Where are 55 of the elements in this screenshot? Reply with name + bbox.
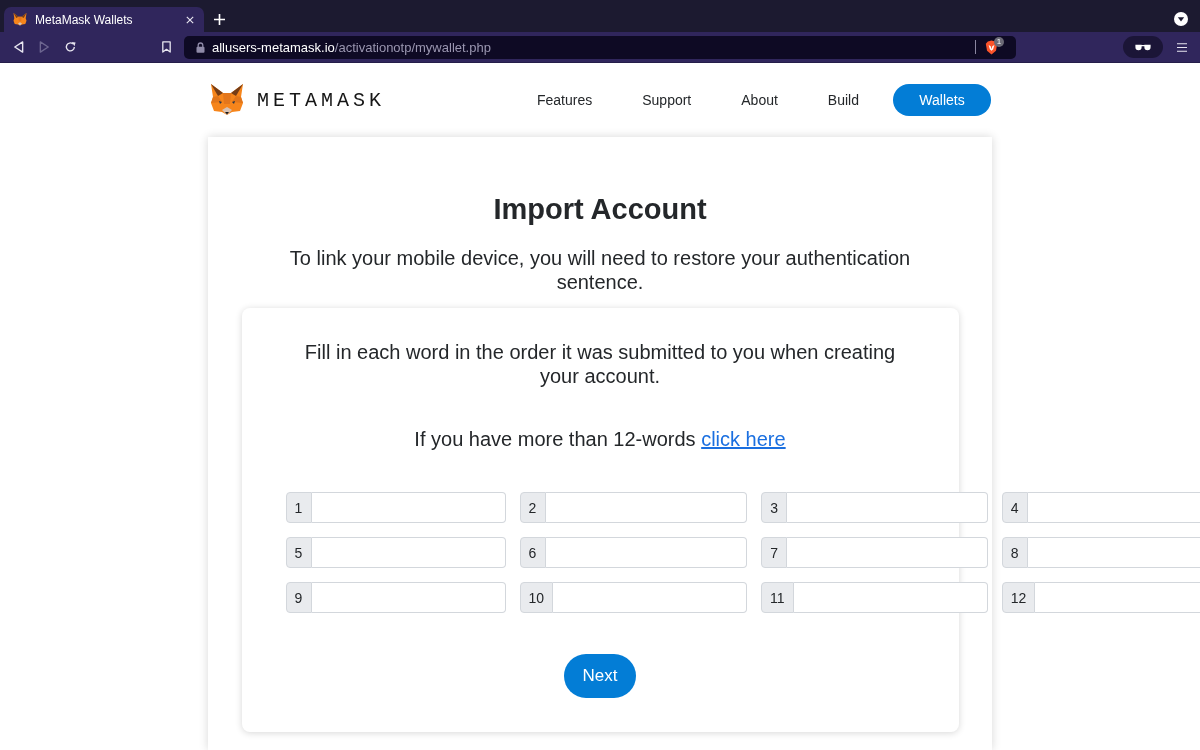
next-button[interactable]: Next [564, 654, 636, 698]
word-number-label: 10 [519, 582, 554, 613]
url-text: allusers-metamask.io/activationotp/mywallet.php [212, 39, 492, 55]
dropdown-icon[interactable] [1174, 12, 1188, 26]
back-icon [12, 41, 24, 53]
word-input-field[interactable] [311, 492, 506, 523]
instructions-text: Fill in each word in the order it was submitted to you when creating your account. [303, 340, 897, 388]
private-mode-button[interactable] [1123, 36, 1163, 58]
word-number-label: 7 [761, 537, 788, 568]
fox-icon [13, 13, 27, 26]
subtitle-text: To link your mobile device, you will need to restore your authentication sentence. [288, 246, 912, 294]
word-input-field[interactable] [553, 582, 748, 613]
word-number-label: 3 [761, 492, 788, 523]
word-number-label: 1 [285, 492, 312, 523]
word-number-label: 9 [285, 582, 312, 613]
plus-icon[interactable] [214, 14, 225, 25]
word-number-label: 6 [519, 537, 546, 568]
click-here-link[interactable]: click here [701, 428, 786, 450]
address-bar[interactable]: allusers-metamask.io/activationotp/mywallet.php 1 [184, 35, 1016, 59]
word-input-field[interactable] [1027, 537, 1200, 568]
menu-icon [1177, 41, 1187, 53]
word-number-label: 5 [285, 537, 312, 568]
tab-title: MetaMask Wallets [35, 12, 134, 27]
shield-icon[interactable] [985, 40, 998, 55]
reload-icon [64, 41, 76, 53]
nav-link[interactable]: Build [827, 92, 859, 108]
nav-link[interactable]: About [741, 92, 778, 108]
word-number-label: 8 [1001, 537, 1028, 568]
bookmark-icon [160, 41, 172, 53]
wallets-button[interactable]: Wallets [893, 84, 991, 116]
word-number-label: 12 [1001, 582, 1036, 613]
word-input-field[interactable] [311, 537, 506, 568]
nav-link[interactable]: Features [536, 92, 593, 108]
word-number-label: 2 [519, 492, 546, 523]
nav-link[interactable]: Support [642, 92, 692, 108]
lock-icon [196, 41, 205, 53]
forward-icon [38, 41, 50, 53]
word-input-field[interactable] [1035, 582, 1200, 613]
sunglasses-icon [1135, 43, 1151, 51]
word-number-label: 4 [1001, 492, 1028, 523]
word-input-field[interactable] [793, 582, 988, 613]
word-input-field[interactable] [311, 582, 506, 613]
fox-icon [210, 84, 244, 116]
page-title: Import Account [493, 192, 707, 226]
browser-tab[interactable]: MetaMask Wallets [4, 7, 204, 32]
word-input-field[interactable] [545, 492, 748, 523]
word-input-field[interactable] [787, 492, 988, 523]
word-input-field[interactable] [545, 537, 748, 568]
word-input-field[interactable] [787, 537, 988, 568]
more-words-text: If you have more than 12-words click here [414, 427, 786, 451]
count-badge: 1 [994, 37, 1004, 47]
close-icon[interactable] [186, 15, 194, 24]
word-number-label: 11 [761, 582, 794, 613]
logo-wordmark[interactable]: METAMASK [257, 88, 385, 112]
word-input-field[interactable] [1027, 492, 1200, 523]
